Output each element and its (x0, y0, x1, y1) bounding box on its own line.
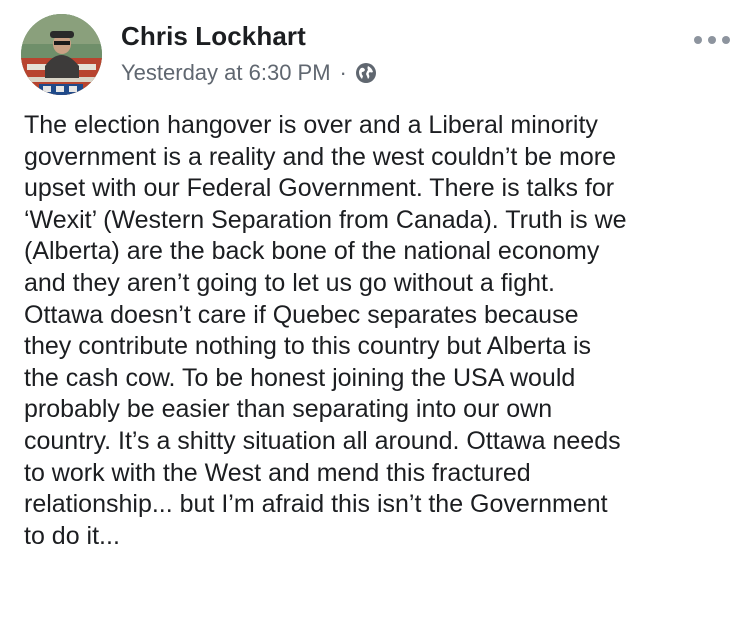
post-body-line: government is a reality and the west cou… (24, 142, 616, 171)
post-body-line: The election hangover is over and a Libe… (24, 111, 598, 139)
post-body-line: relationship... but I’m afraid this isn’… (24, 490, 608, 519)
post-body-line: country. It’s a shitty situation all aro… (24, 426, 621, 455)
post-meta: Yesterday at 6:30 PM · (121, 58, 377, 88)
post-body-line: to work with the West and mend this frac… (24, 458, 531, 487)
post-body-line: probably be easier than separating into … (24, 395, 553, 424)
more-options-dot (694, 36, 702, 44)
post-body-line: (Alberta) are the back bone of the natio… (24, 237, 600, 266)
post-timestamp[interactable]: Yesterday at 6:30 PM (121, 60, 331, 86)
more-options-icon[interactable] (694, 30, 730, 50)
more-options-dot (722, 36, 730, 44)
post-body-line: Ottawa doesn’t care if Quebec separates … (24, 300, 579, 329)
post-body-line: upset with our Federal Government. There… (24, 174, 615, 203)
post-body: The election hangover is over and a Libe… (24, 110, 729, 552)
globe-icon[interactable] (355, 62, 377, 84)
author-name[interactable]: Chris Lockhart (121, 21, 306, 52)
avatar[interactable] (21, 14, 102, 95)
post-body-line: the cash cow. To be honest joining the U… (24, 363, 576, 392)
meta-separator: · (339, 60, 347, 85)
more-options-dot (708, 36, 716, 44)
post-body-line: ‘Wexit’ (Western Separation from Canada)… (24, 205, 627, 234)
post-body-line: they contribute nothing to this country … (24, 332, 592, 361)
post-body-line: and they aren’t going to let us go witho… (24, 268, 555, 297)
avatar-photo (21, 14, 102, 95)
post-card: Chris Lockhart Yesterday at 6:30 PM · Th… (0, 0, 750, 631)
post-body-line: to do it... (24, 521, 120, 550)
